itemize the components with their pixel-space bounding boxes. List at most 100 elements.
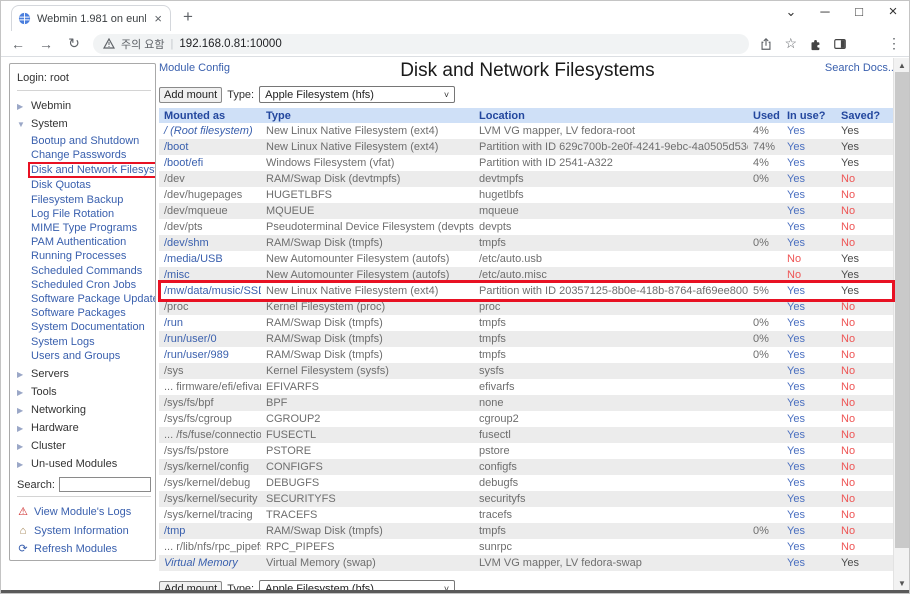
side-panel-icon[interactable] [833, 37, 847, 51]
sidebar-item-log-file-rotation[interactable]: Log File Rotation [31, 207, 151, 221]
mounted-as-cell[interactable]: /run/user/0 [159, 333, 261, 345]
mounted-as-cell[interactable]: /tmp [159, 525, 261, 537]
sidebar-link-system-information[interactable]: ⌂System Information [17, 522, 151, 541]
mounted-as-cell[interactable]: Virtual Memory [159, 557, 261, 569]
sidebar-item-mime-type-programs[interactable]: MIME Type Programs [31, 221, 151, 235]
type-cell: RAM/Swap Disk (tmpfs) [261, 333, 474, 345]
saved-cell: No [836, 333, 894, 345]
sidebar-item-system-logs[interactable]: System Logs [31, 335, 151, 349]
sidebar-item-disk-and-network-filesystems[interactable]: Disk and Network Filesystems [31, 162, 151, 178]
mounted-as-cell: /sys/kernel/tracing [159, 509, 261, 521]
url-separator: | [171, 38, 174, 50]
tab-close-icon[interactable]: × [152, 11, 164, 26]
sidebar-link-refresh-modules[interactable]: ⟳Refresh Modules [17, 540, 151, 559]
window-chevron-icon[interactable]: ⌄ [783, 4, 799, 20]
new-tab-button[interactable]: + [183, 7, 193, 27]
sidebar-link-logout[interactable]: ◉Logout [17, 559, 151, 561]
back-icon[interactable]: ← [9, 36, 27, 52]
window-minimize-icon[interactable]: ─ [817, 4, 833, 19]
location-cell: /etc/auto.usb [474, 253, 748, 265]
table-row: /miscNew Automounter Filesystem (autofs)… [159, 267, 894, 283]
sidebar-item-disk-quotas[interactable]: Disk Quotas [31, 178, 151, 192]
filesystems-table: Mounted asTypeLocationUsedIn use?Saved?/… [159, 108, 894, 571]
saved-cell: No [836, 541, 894, 553]
filesystem-type-select-bottom[interactable]: Apple Filesystem (hfs)˅ [259, 580, 455, 590]
reload-icon[interactable]: ↻ [65, 35, 83, 52]
window-close-icon[interactable]: × [885, 3, 901, 20]
sidebar-item-filesystem-backup[interactable]: Filesystem Backup [31, 193, 151, 207]
mounted-as-cell: ... firmware/efi/efivars [159, 381, 261, 393]
sidebar-item-scheduled-cron-jobs[interactable]: Scheduled Cron Jobs [31, 278, 151, 292]
sidebar-category-cluster[interactable]: ▶Cluster [17, 437, 151, 455]
in-use-cell: No [782, 253, 836, 265]
mounted-as-cell: /sys/kernel/config [159, 461, 261, 473]
type-cell: Kernel Filesystem (proc) [261, 301, 474, 313]
sidebar-category-hardware[interactable]: ▶Hardware [17, 419, 151, 437]
browser-tab[interactable]: Webmin 1.981 on eunhasu (Fed × [11, 5, 171, 31]
sidebar-category-webmin[interactable]: ▶Webmin [17, 97, 151, 115]
sidebar-item-change-passwords[interactable]: Change Passwords [31, 148, 151, 162]
mounted-as-cell[interactable]: / (Root filesystem) [159, 125, 261, 137]
mounted-as-cell[interactable]: /boot [159, 141, 261, 153]
sidebar-item-system-documentation[interactable]: System Documentation [31, 320, 151, 334]
vertical-scrollbar[interactable]: ▲ ▼ [893, 58, 909, 590]
saved-cell: No [836, 381, 894, 393]
sidebar-link-view-module-s-logs[interactable]: ⚠View Module's Logs [17, 503, 151, 522]
location-cell: Partition with ID 2541-A322 [474, 157, 748, 169]
mounted-as-cell[interactable]: /media/USB [159, 253, 261, 265]
used-cell: 0% [748, 317, 782, 329]
bookmark-star-icon[interactable]: ☆ [784, 35, 797, 52]
mounted-as-cell: /sys [159, 365, 261, 377]
scrollbar-up-icon[interactable]: ▲ [894, 58, 909, 72]
mounted-as-cell[interactable]: /misc [159, 269, 261, 281]
menu-kebab-icon[interactable]: ⋮ [887, 35, 901, 52]
location-cell: hugetlbfs [474, 189, 748, 201]
module-config-link[interactable]: Module Config [159, 62, 230, 74]
sidebar-category-un-used-modules[interactable]: ▶Un-used Modules [17, 455, 151, 473]
forward-icon[interactable]: → [37, 36, 55, 52]
scrollbar-thumb[interactable] [895, 72, 909, 548]
sidebar-item-users-and-groups[interactable]: Users and Groups [31, 349, 151, 363]
type-cell: New Linux Native Filesystem (ext4) [261, 141, 474, 153]
sidebar-category-tools[interactable]: ▶Tools [17, 383, 151, 401]
sidebar-item-running-processes[interactable]: Running Processes [31, 249, 151, 263]
add-mount-button-top[interactable]: Add mount [159, 87, 222, 103]
type-cell: CONFIGFS [261, 461, 474, 473]
scrollbar-down-icon[interactable]: ▼ [894, 576, 909, 590]
sidebar-item-bootup-and-shutdown[interactable]: Bootup and Shutdown [31, 134, 151, 148]
type-cell: RAM/Swap Disk (tmpfs) [261, 349, 474, 361]
mounted-as-cell: /dev/pts [159, 221, 261, 233]
sidebar-category-networking[interactable]: ▶Networking [17, 401, 151, 419]
search-input[interactable] [59, 477, 151, 492]
sidebar-item-scheduled-commands[interactable]: Scheduled Commands [31, 264, 151, 278]
table-row: /tmpRAM/Swap Disk (tmpfs)tmpfs0%YesNo [159, 523, 894, 539]
sidebar-category-system[interactable]: ▼System [17, 115, 151, 133]
sidebar-item-software-packages[interactable]: Software Packages [31, 306, 151, 320]
location-cell: /etc/auto.misc [474, 269, 748, 281]
in-use-cell: Yes [782, 221, 836, 233]
add-mount-button-bottom[interactable]: Add mount [159, 581, 222, 591]
mounted-as-cell[interactable]: /boot/efi [159, 157, 261, 169]
mounted-as-cell[interactable]: /run/user/989 [159, 349, 261, 361]
mounted-as-cell[interactable]: /dev/shm [159, 237, 261, 249]
saved-cell: Yes [836, 141, 894, 153]
extensions-icon[interactable] [808, 37, 822, 51]
sidebar-item-pam-authentication[interactable]: PAM Authentication [31, 235, 151, 249]
mounted-as-cell[interactable]: /run [159, 317, 261, 329]
mounted-as-cell[interactable]: /mw/data/music/SSD [159, 285, 261, 297]
location-cell: efivarfs [474, 381, 748, 393]
type-cell: FUSECTL [261, 429, 474, 441]
address-bar[interactable]: 주의 요함 | 192.168.0.81:10000 [93, 34, 749, 54]
profile-avatar[interactable]: D [858, 35, 876, 53]
sidebar-category-servers[interactable]: ▶Servers [17, 365, 151, 383]
in-use-cell: Yes [782, 301, 836, 313]
share-icon[interactable] [759, 37, 773, 51]
filesystem-type-select-top[interactable]: Apple Filesystem (hfs)˅ [259, 86, 455, 103]
table-row: /run/user/989RAM/Swap Disk (tmpfs)tmpfs0… [159, 347, 894, 363]
used-cell: 5% [748, 285, 782, 297]
saved-cell: Yes [836, 557, 894, 569]
window-maximize-icon[interactable]: □ [851, 4, 867, 19]
sidebar-item-software-package-updates[interactable]: Software Package Updates [31, 292, 151, 306]
triangle-right-icon: ▶ [17, 442, 25, 451]
search-docs-link[interactable]: Search Docs.. [825, 62, 894, 74]
